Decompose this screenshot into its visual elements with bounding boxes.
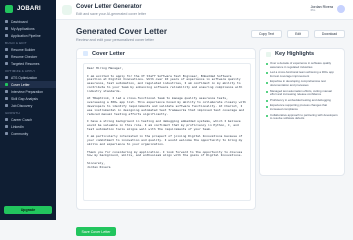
chat-icon [5, 90, 8, 93]
highlights-card: Key Highlights Over a decade of experien… [259, 48, 345, 176]
sidebar-item-resume-builder[interactable]: Resume Builder [0, 46, 56, 53]
community-icon [5, 132, 8, 135]
sidebar-item-skill-gap[interactable]: Skill Gap Analysis [0, 95, 56, 102]
highlights-title: Key Highlights [275, 51, 315, 57]
save-button-label: Save Cover Letter [81, 229, 111, 234]
linkedin-icon [5, 125, 8, 128]
header: Cover Letter Generator Edit and save you… [56, 0, 353, 20]
app: JOBARI Dashboard My Applications Applica… [0, 0, 353, 236]
resume-icon [5, 48, 8, 51]
sidebar-item-dashboard[interactable]: Dashboard [0, 18, 56, 25]
sidebar-item-resume-checker[interactable]: Resume Checker [0, 53, 56, 60]
user-info: Jordan Rivera Pro [311, 5, 333, 12]
list-item: Led a cross-functional team achieving a … [266, 70, 338, 78]
user-profile[interactable]: Jordan Rivera Pro [311, 5, 345, 13]
cover-letter-icon [62, 5, 72, 15]
sidebar-section-build: Build & Edit [5, 41, 27, 45]
upgrade-button[interactable]: Upgrade [4, 206, 52, 214]
brand[interactable]: JOBARI [0, 0, 56, 18]
highlights-header: Key Highlights [260, 49, 344, 59]
sidebar-section-growth: Growth [5, 111, 20, 115]
sidebar-item-label: LinkedIn [11, 124, 24, 129]
sidebar-item-my-applications[interactable]: My Applications [0, 25, 56, 32]
sidebar-item-application-pipeline[interactable]: Application Pipeline [0, 32, 56, 39]
sidebar-item-label: Resume Checker [11, 54, 38, 59]
list-item: Over a decade of experience in software … [266, 61, 338, 69]
highlights-list: Over a decade of experience in software … [260, 59, 344, 121]
sidebar-item-label: Career Coach [11, 117, 33, 122]
sidebar-item-linkedin[interactable]: LinkedIn [0, 123, 56, 130]
sidebar-item-label: Dashboard [11, 19, 28, 24]
page-subtitle: Review and edit your personalized cover … [76, 38, 154, 42]
cover-letter-title: Cover Letter [92, 50, 125, 57]
sidebar-item-career-coach[interactable]: Career Coach [0, 116, 56, 123]
list-item: Expertise in developing comprehensive te… [266, 80, 338, 87]
letter-icon [5, 83, 8, 86]
pipeline-icon [5, 34, 8, 37]
ats-icon [5, 76, 8, 79]
sidebar-section-optimize: Optimize & Apply [5, 69, 36, 73]
sidebar-item-label: Resume Builder [11, 47, 36, 52]
sidebar-item-label: Job Discovery [11, 103, 33, 108]
header-subtitle: Edit and save your AI-generated cover le… [76, 12, 147, 16]
user-role: Pro [310, 8, 316, 13]
page-title: Generated Cover Letter [76, 27, 168, 36]
briefcase-icon [5, 27, 8, 30]
list-item: Experience supporting process changes th… [266, 103, 338, 111]
sidebar-item-cover-letter[interactable]: Cover Letter [0, 81, 56, 88]
save-cover-letter-button[interactable]: Save Cover Letter [76, 227, 116, 236]
dashboard-icon [5, 20, 8, 23]
cover-letter-header: Cover Letter [77, 49, 255, 59]
logo-icon [5, 5, 13, 13]
actions: Copy Text Edit Download [251, 30, 345, 38]
sidebar-item-label: Community [11, 131, 29, 136]
check-icon [5, 55, 8, 58]
avatar[interactable] [337, 5, 345, 13]
sidebar-item-community[interactable]: Community [0, 130, 56, 137]
search-icon [5, 104, 8, 107]
sidebar-item-label: Skill Gap Analysis [11, 96, 38, 101]
download-button[interactable]: Download [313, 30, 345, 38]
sidebar: JOBARI Dashboard My Applications Applica… [0, 0, 56, 220]
sidebar-item-label: ATS Optimization [11, 75, 38, 80]
sidebar-item-label: Application Pipeline [11, 33, 41, 38]
sidebar-item-job-discovery[interactable]: Job Discovery [0, 102, 56, 109]
brand-name: JOBARI [17, 6, 41, 12]
list-item: Managed test automation efforts, cutting… [266, 89, 338, 97]
chart-icon [5, 97, 8, 100]
coach-icon [5, 118, 8, 121]
list-item: Proficiency in embedded testing and debu… [266, 98, 338, 103]
document-icon [83, 51, 88, 56]
target-icon [5, 62, 8, 65]
list-item: Collaborative approach to partnering wit… [266, 113, 338, 121]
sidebar-item-label: Cover Letter [11, 82, 30, 87]
cover-letter-text[interactable]: Dear Hiring Manager, I am excited to app… [83, 63, 251, 201]
star-icon [266, 51, 271, 57]
edit-button[interactable]: Edit [287, 30, 309, 38]
sidebar-item-label: Interview Preparation [11, 89, 44, 94]
header-title: Cover Letter Generator [76, 4, 142, 10]
sidebar-item-targeted-resumes[interactable]: Targeted Resumes [0, 60, 56, 67]
sidebar-item-interview-prep[interactable]: Interview Preparation [0, 88, 56, 95]
sidebar-item-ats[interactable]: ATS Optimization [0, 74, 56, 81]
sidebar-item-label: My Applications [11, 26, 35, 31]
cover-letter-card: Cover Letter Dear Hiring Manager, I am e… [76, 48, 256, 210]
main: Generated Cover Letter Review and edit y… [56, 20, 353, 236]
copy-text-button[interactable]: Copy Text [251, 30, 283, 38]
sidebar-item-label: Targeted Resumes [11, 61, 40, 66]
